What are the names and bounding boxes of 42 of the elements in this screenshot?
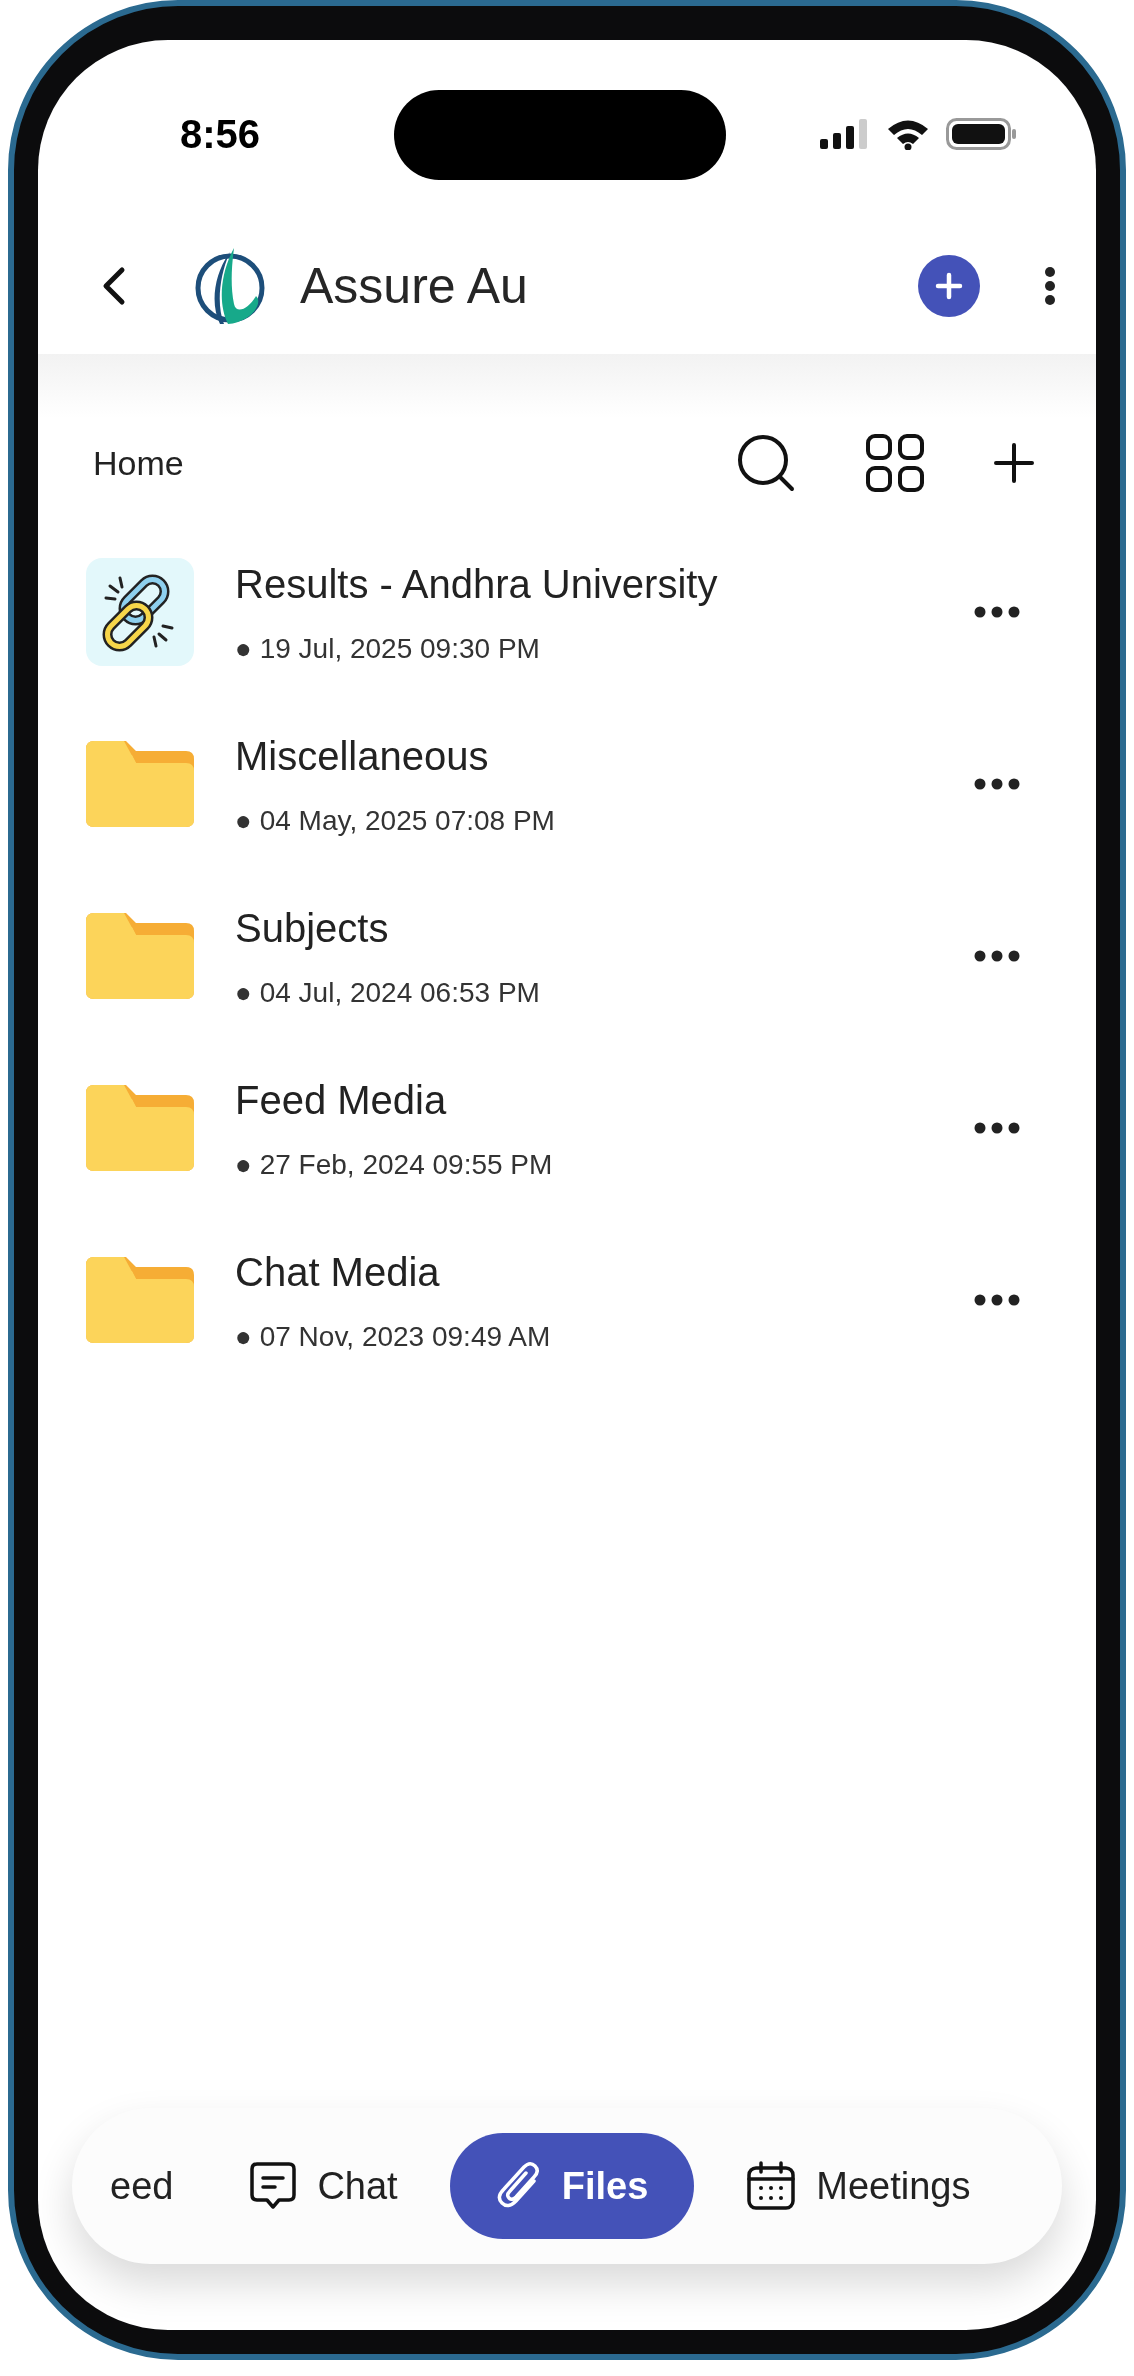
grid-view-icon[interactable] bbox=[866, 434, 924, 492]
item-date: ● 27 Feb, 2024 09:55 PM bbox=[235, 1148, 553, 1182]
folder-icon bbox=[86, 1085, 194, 1171]
more-options-icon[interactable] bbox=[974, 606, 1020, 618]
nav-tab[interactable]: Chat bbox=[211, 2133, 436, 2239]
file-list-item[interactable]: Miscellaneous ● 04 May, 2025 07:08 PM bbox=[38, 698, 1096, 870]
nav-tab[interactable]: Meetings bbox=[708, 2133, 1009, 2239]
more-options-icon[interactable] bbox=[974, 1122, 1020, 1134]
item-name: Feed Media bbox=[235, 1077, 448, 1124]
file-list-item[interactable]: Subjects ● 04 Jul, 2024 06:53 PM bbox=[38, 870, 1096, 1042]
file-list-item[interactable]: Chat Media ● 07 Nov, 2023 09:49 AM bbox=[38, 1214, 1096, 1386]
more-options-icon[interactable] bbox=[974, 778, 1020, 790]
file-list-item[interactable]: Results - Andhra University ● 19 Jul, 2025 09:30 PM bbox=[38, 526, 1096, 698]
add-icon[interactable] bbox=[918, 255, 980, 317]
item-name: Subjects bbox=[235, 905, 390, 952]
signal-icon bbox=[820, 119, 870, 149]
item-name: Results - Andhra University bbox=[235, 561, 718, 608]
page-title: Assure Au bbox=[300, 256, 528, 316]
folder-icon bbox=[86, 913, 194, 999]
item-date: ● 04 Jul, 2024 06:53 PM bbox=[235, 976, 540, 1010]
nav-tab[interactable]: eed bbox=[72, 2133, 212, 2239]
search-icon[interactable] bbox=[736, 433, 796, 493]
calendar-icon bbox=[746, 2161, 797, 2211]
folder-icon bbox=[86, 741, 194, 827]
wifi-icon bbox=[886, 118, 930, 150]
file-list-item[interactable]: Feed Media ● 27 Feb, 2024 09:55 PM bbox=[38, 1042, 1096, 1214]
item-name: Miscellaneous bbox=[235, 733, 490, 780]
nav-tab[interactable]: Files bbox=[449, 2133, 695, 2239]
more-options-icon[interactable] bbox=[974, 1294, 1020, 1306]
status-time: 8:56 bbox=[180, 111, 261, 158]
folder-icon bbox=[86, 1257, 194, 1343]
chat-bubble-icon bbox=[249, 2161, 298, 2211]
item-date: ● 04 May, 2025 07:08 PM bbox=[235, 804, 555, 838]
more-vertical-icon[interactable] bbox=[1044, 266, 1056, 306]
item-name: Chat Media bbox=[235, 1249, 441, 1296]
more-options-icon[interactable] bbox=[974, 950, 1020, 962]
battery-icon bbox=[946, 118, 1016, 150]
plus-icon[interactable] bbox=[994, 443, 1034, 483]
chain-link-icon bbox=[86, 558, 194, 666]
item-date: ● 19 Jul, 2025 09:30 PM bbox=[235, 632, 541, 666]
breadcrumb[interactable]: Home bbox=[93, 437, 184, 489]
item-date: ● 07 Nov, 2023 09:49 AM bbox=[235, 1320, 551, 1354]
